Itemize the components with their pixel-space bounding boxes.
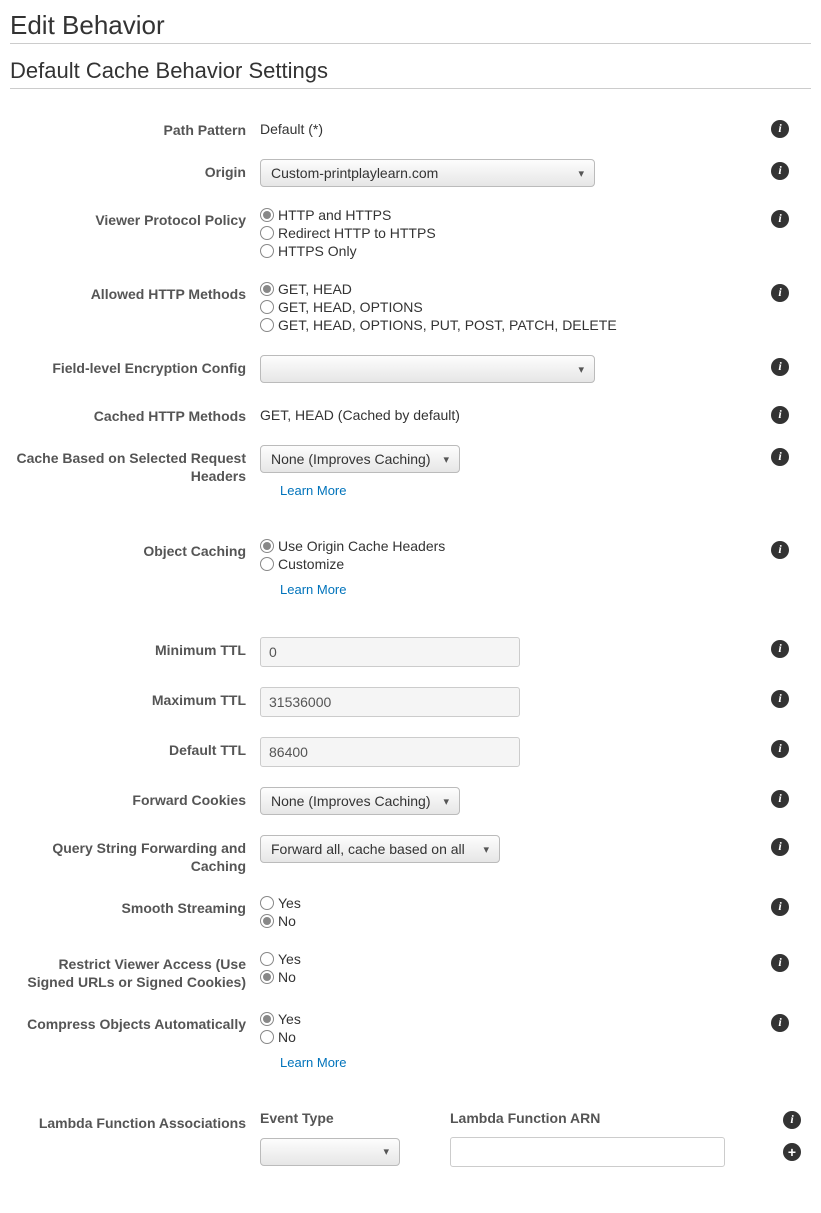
cache-based-headers-select[interactable]: None (Improves Caching) ▾ (260, 445, 460, 473)
info-icon[interactable]: i (771, 740, 789, 758)
radio-object-caching-origin[interactable] (260, 539, 274, 553)
page-title: Edit Behavior (10, 10, 811, 44)
forward-cookies-select[interactable]: None (Improves Caching) ▾ (260, 787, 460, 815)
maximum-ttl-input[interactable] (260, 687, 520, 717)
label-query-string-forwarding: Query String Forwarding and Caching (10, 835, 260, 875)
info-icon[interactable]: i (771, 358, 789, 376)
learn-more-link[interactable]: Learn More (280, 582, 761, 597)
label-smooth-streaming: Smooth Streaming (10, 895, 260, 917)
info-icon[interactable]: i (771, 954, 789, 972)
radio-label: Yes (278, 951, 301, 967)
lambda-event-type-header: Event Type (260, 1110, 450, 1126)
lambda-event-type-select[interactable]: ▾ (260, 1138, 400, 1166)
label-restrict-viewer-access: Restrict Viewer Access (Use Signed URLs … (10, 951, 260, 991)
learn-more-link[interactable]: Learn More (280, 483, 761, 498)
radio-label: Yes (278, 1011, 301, 1027)
label-object-caching: Object Caching (10, 538, 260, 560)
label-lambda: Lambda Function Associations (10, 1110, 260, 1132)
info-icon[interactable]: i (771, 790, 789, 808)
label-cache-based-headers: Cache Based on Selected Request Headers (10, 445, 260, 485)
chevron-down-icon: ▾ (443, 453, 449, 466)
radio-methods-get-head-options[interactable] (260, 300, 274, 314)
info-icon[interactable]: i (771, 1014, 789, 1032)
label-forward-cookies: Forward Cookies (10, 787, 260, 809)
info-icon[interactable]: i (771, 120, 789, 138)
default-ttl-input[interactable] (260, 737, 520, 767)
label-origin: Origin (10, 159, 260, 181)
forward-cookies-value: None (Improves Caching) (271, 793, 431, 809)
radio-label: Use Origin Cache Headers (278, 538, 445, 554)
radio-label: Customize (278, 556, 344, 572)
lambda-arn-input[interactable] (450, 1137, 725, 1167)
info-icon[interactable]: i (771, 406, 789, 424)
info-icon[interactable]: i (771, 690, 789, 708)
info-icon[interactable]: i (771, 640, 789, 658)
label-viewer-protocol-policy: Viewer Protocol Policy (10, 207, 260, 229)
value-cached-http-methods: GET, HEAD (Cached by default) (260, 403, 761, 423)
add-lambda-button[interactable]: + (783, 1143, 801, 1161)
radio-object-caching-customize[interactable] (260, 557, 274, 571)
info-icon[interactable]: i (771, 210, 789, 228)
radio-smooth-no[interactable] (260, 914, 274, 928)
info-icon[interactable]: i (771, 162, 789, 180)
radio-label: Yes (278, 895, 301, 911)
info-icon[interactable]: i (771, 898, 789, 916)
radio-label: HTTP and HTTPS (278, 207, 391, 223)
label-field-level-encryption: Field-level Encryption Config (10, 355, 260, 377)
radio-compress-no[interactable] (260, 1030, 274, 1044)
radio-label: GET, HEAD, OPTIONS, PUT, POST, PATCH, DE… (278, 317, 617, 333)
chevron-down-icon: ▾ (578, 363, 584, 376)
label-compress: Compress Objects Automatically (10, 1011, 260, 1033)
radio-label: No (278, 969, 296, 985)
label-maximum-ttl: Maximum TTL (10, 687, 260, 709)
info-icon[interactable]: i (783, 1111, 801, 1129)
radio-methods-get-head[interactable] (260, 282, 274, 296)
info-icon[interactable]: i (771, 448, 789, 466)
label-allowed-http-methods: Allowed HTTP Methods (10, 281, 260, 303)
radio-vpp-redirect[interactable] (260, 226, 274, 240)
label-minimum-ttl: Minimum TTL (10, 637, 260, 659)
radio-label: GET, HEAD, OPTIONS (278, 299, 423, 315)
radio-label: No (278, 1029, 296, 1045)
info-icon[interactable]: i (771, 541, 789, 559)
info-icon[interactable]: i (771, 284, 789, 302)
radio-vpp-https-only[interactable] (260, 244, 274, 258)
chevron-down-icon: ▾ (383, 1145, 389, 1158)
section-title: Default Cache Behavior Settings (10, 58, 811, 89)
query-string-forwarding-value: Forward all, cache based on all (271, 841, 465, 857)
radio-label: No (278, 913, 296, 929)
radio-label: GET, HEAD (278, 281, 352, 297)
radio-restrict-no[interactable] (260, 970, 274, 984)
radio-vpp-http-https[interactable] (260, 208, 274, 222)
radio-compress-yes[interactable] (260, 1012, 274, 1026)
chevron-down-icon: ▾ (483, 843, 489, 856)
chevron-down-icon: ▾ (578, 167, 584, 180)
origin-select[interactable]: Custom-printplaylearn.com ▾ (260, 159, 595, 187)
value-path-pattern: Default (*) (260, 117, 761, 137)
radio-methods-all[interactable] (260, 318, 274, 332)
radio-label: Redirect HTTP to HTTPS (278, 225, 436, 241)
cache-based-headers-value: None (Improves Caching) (271, 451, 431, 467)
radio-smooth-yes[interactable] (260, 896, 274, 910)
minimum-ttl-input[interactable] (260, 637, 520, 667)
info-icon[interactable]: i (771, 838, 789, 856)
label-default-ttl: Default TTL (10, 737, 260, 759)
radio-restrict-yes[interactable] (260, 952, 274, 966)
lambda-arn-header: Lambda Function ARN (450, 1110, 735, 1126)
radio-label: HTTPS Only (278, 243, 357, 259)
label-path-pattern: Path Pattern (10, 117, 260, 139)
learn-more-link[interactable]: Learn More (280, 1055, 761, 1070)
query-string-forwarding-select[interactable]: Forward all, cache based on all ▾ (260, 835, 500, 863)
chevron-down-icon: ▾ (443, 795, 449, 808)
settings-form: Path Pattern Default (*) i Origin Custom… (10, 117, 811, 1167)
origin-select-value: Custom-printplaylearn.com (271, 165, 438, 181)
field-level-encryption-select[interactable]: ▾ (260, 355, 595, 383)
label-cached-http-methods: Cached HTTP Methods (10, 403, 260, 425)
